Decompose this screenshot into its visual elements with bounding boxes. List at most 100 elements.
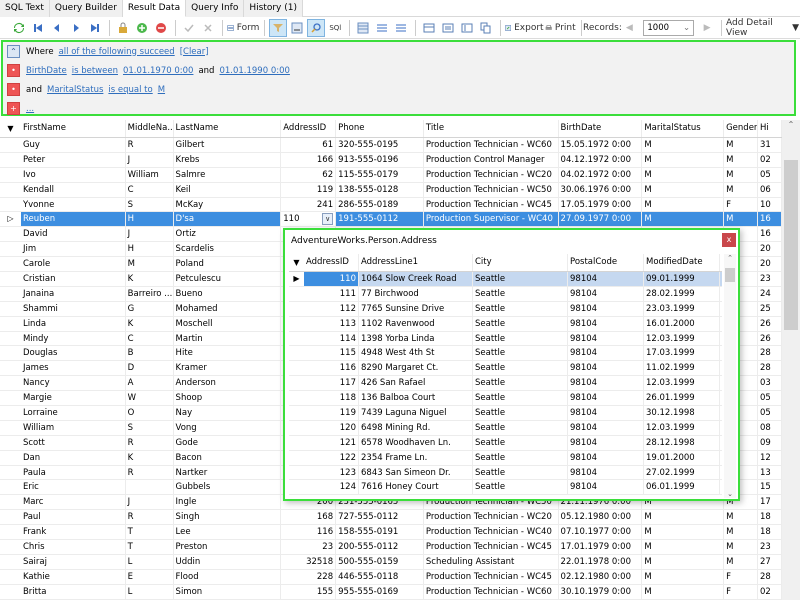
popup-cell[interactable]: 98104: [568, 272, 644, 286]
table-row[interactable]: Chris T Preston 23 200-555-0112 Production Te…: [0, 540, 782, 555]
popup-cell[interactable]: 77 Birchwood: [359, 286, 473, 301]
popup-row[interactable]: 116 8290 Margaret Ct. Seattle 98104 11.02.19…: [289, 361, 722, 377]
scrollbar-thumb[interactable]: [725, 268, 735, 282]
grid-settings-button[interactable]: [354, 19, 372, 37]
table-row[interactable]: Frank T Lee 116 158-555-0191 Production Techn…: [0, 525, 782, 541]
grid-cell[interactable]: M: [642, 510, 725, 525]
grid-cell[interactable]: 05: [758, 391, 782, 406]
popup-cell[interactable]: 121: [304, 435, 359, 450]
grid-cell[interactable]: Ortiz: [174, 227, 282, 242]
popup-cell[interactable]: Seattle: [473, 406, 568, 420]
view-detail-button[interactable]: [458, 19, 476, 37]
grid-cell[interactable]: 62: [281, 167, 337, 182]
popup-cell[interactable]: Seattle: [473, 465, 568, 480]
grid-cell[interactable]: 09: [758, 435, 782, 450]
table-row[interactable]: Sairaj L Uddin 32518 500-555-0159 Scheduling …: [0, 554, 782, 570]
grid-cell[interactable]: Production Technician - WC45: [424, 197, 559, 212]
grid-cell[interactable]: Paul: [21, 510, 126, 525]
grid-cell[interactable]: G: [126, 301, 174, 316]
popup-cell[interactable]: 16.01.2000: [644, 316, 720, 331]
popup-row[interactable]: 118 136 Balboa Court Seattle 98104 26.01.199…: [289, 391, 722, 407]
popup-cell[interactable]: 12.03.1999: [644, 331, 720, 346]
popup-cell[interactable]: 98104: [568, 420, 644, 435]
scrollbar-thumb[interactable]: [784, 160, 798, 330]
add-record-button[interactable]: [133, 19, 151, 37]
grid-cell[interactable]: 26: [758, 331, 782, 346]
grid-cell[interactable]: T: [126, 540, 174, 554]
popup-column-header[interactable]: ModifiedDate: [644, 254, 720, 271]
scroll-up-arrow-icon[interactable]: ⌃: [724, 254, 736, 262]
addressid-lookup-editor[interactable]: 110 ∨: [281, 212, 337, 227]
copy-button[interactable]: [477, 19, 495, 37]
grid-cell[interactable]: Nancy: [21, 376, 126, 391]
popup-row[interactable]: 119 7439 Laguna Niguel Seattle 98104 30.12.1…: [289, 406, 722, 421]
grid-cell[interactable]: M: [724, 540, 759, 554]
grid-cell[interactable]: Chris: [21, 540, 126, 554]
grid-cell[interactable]: Martin: [174, 331, 282, 346]
grid-cell[interactable]: Scott: [21, 435, 126, 450]
grid-cell[interactable]: J: [126, 152, 174, 167]
popup-cell[interactable]: 119: [304, 406, 359, 420]
popup-cell[interactable]: 98104: [568, 450, 644, 465]
grid-cell[interactable]: M: [724, 554, 759, 569]
popup-cell[interactable]: Seattle: [473, 331, 568, 346]
grid-cell[interactable]: 15.05.1972 0:00: [559, 138, 643, 152]
grid-cell[interactable]: E: [126, 569, 174, 584]
grid-cell[interactable]: Production Technician - WC45: [424, 540, 559, 554]
grid-cell[interactable]: 23: [758, 272, 782, 286]
popup-cell[interactable]: Seattle: [473, 286, 568, 301]
column-header[interactable]: MaritalStatus: [642, 120, 725, 137]
grid-cell[interactable]: Eric: [21, 480, 126, 495]
grid-cell[interactable]: M: [724, 510, 759, 525]
grid-cell[interactable]: Lorraine: [21, 406, 126, 420]
grid-cell[interactable]: 17: [758, 495, 782, 510]
popup-cell[interactable]: 98104: [568, 465, 644, 480]
grid-cell[interactable]: K: [126, 450, 174, 465]
popup-cell[interactable]: 98104: [568, 301, 644, 316]
popup-row[interactable]: 122 2354 Frame Ln. Seattle 98104 19.01.2000: [289, 450, 722, 466]
grid-cell[interactable]: 25: [758, 301, 782, 316]
popup-cell[interactable]: 1398 Yorba Linda: [359, 331, 473, 346]
first-record-button[interactable]: [29, 19, 47, 37]
popup-cell[interactable]: 98104: [568, 316, 644, 331]
grid-cell[interactable]: Simon: [174, 584, 282, 599]
grid-cell[interactable]: Production Technician - WC20: [424, 510, 559, 525]
grid-cell[interactable]: 18: [758, 525, 782, 540]
popup-cell[interactable]: 09.01.1999: [644, 272, 720, 286]
popup-vertical-scrollbar[interactable]: ⌃ ⌄: [724, 254, 736, 498]
condition-field-link[interactable]: BirthDate: [26, 66, 67, 76]
add-condition-link[interactable]: ...: [26, 104, 34, 114]
grid-cell[interactable]: Salmre: [174, 167, 282, 182]
popup-cell[interactable]: 98104: [568, 376, 644, 391]
popup-cell[interactable]: 11.02.1999: [644, 361, 720, 376]
grid-cell[interactable]: M: [642, 554, 725, 569]
grid-cell[interactable]: M: [724, 182, 759, 197]
grid-cell[interactable]: T: [126, 525, 174, 540]
grid-cell[interactable]: Flood: [174, 569, 282, 584]
grid-cell[interactable]: 228: [281, 569, 337, 584]
popup-cell[interactable]: Seattle: [473, 450, 568, 465]
grid-vertical-scrollbar[interactable]: ⌃: [782, 120, 800, 600]
print-button[interactable]: Print: [545, 19, 576, 37]
grid-cell[interactable]: Poland: [174, 257, 282, 272]
grid-cell[interactable]: Kramer: [174, 361, 282, 376]
popup-cell[interactable]: 1102 Ravenwood: [359, 316, 473, 331]
next-record-button[interactable]: [67, 19, 85, 37]
condition-operator-link[interactable]: is equal to: [108, 85, 152, 95]
grid-cell[interactable]: 16: [758, 227, 782, 242]
popup-cell[interactable]: 30.12.1998: [644, 406, 720, 420]
grid-cell[interactable]: Scardelis: [174, 242, 282, 257]
grid-cell[interactable]: D: [126, 361, 174, 376]
tab-sql-text[interactable]: SQL Text: [0, 0, 50, 17]
grid-cell[interactable]: C: [126, 331, 174, 346]
popup-cell[interactable]: 6843 San Simeon Dr.: [359, 465, 473, 480]
popup-row[interactable]: ▶ 110 1064 Slow Creek Road Seattle 98104 09.0…: [289, 272, 722, 287]
grid-cell[interactable]: M: [724, 152, 759, 167]
popup-column-header[interactable]: AddressID: [304, 254, 359, 271]
grid-cell[interactable]: Nartker: [174, 465, 282, 480]
popup-cell[interactable]: 98104: [568, 406, 644, 420]
grid-cell[interactable]: O: [126, 406, 174, 420]
add-condition-button[interactable]: +: [7, 102, 20, 115]
grid-cell[interactable]: 116: [281, 525, 337, 540]
popup-cell[interactable]: 122: [304, 450, 359, 465]
